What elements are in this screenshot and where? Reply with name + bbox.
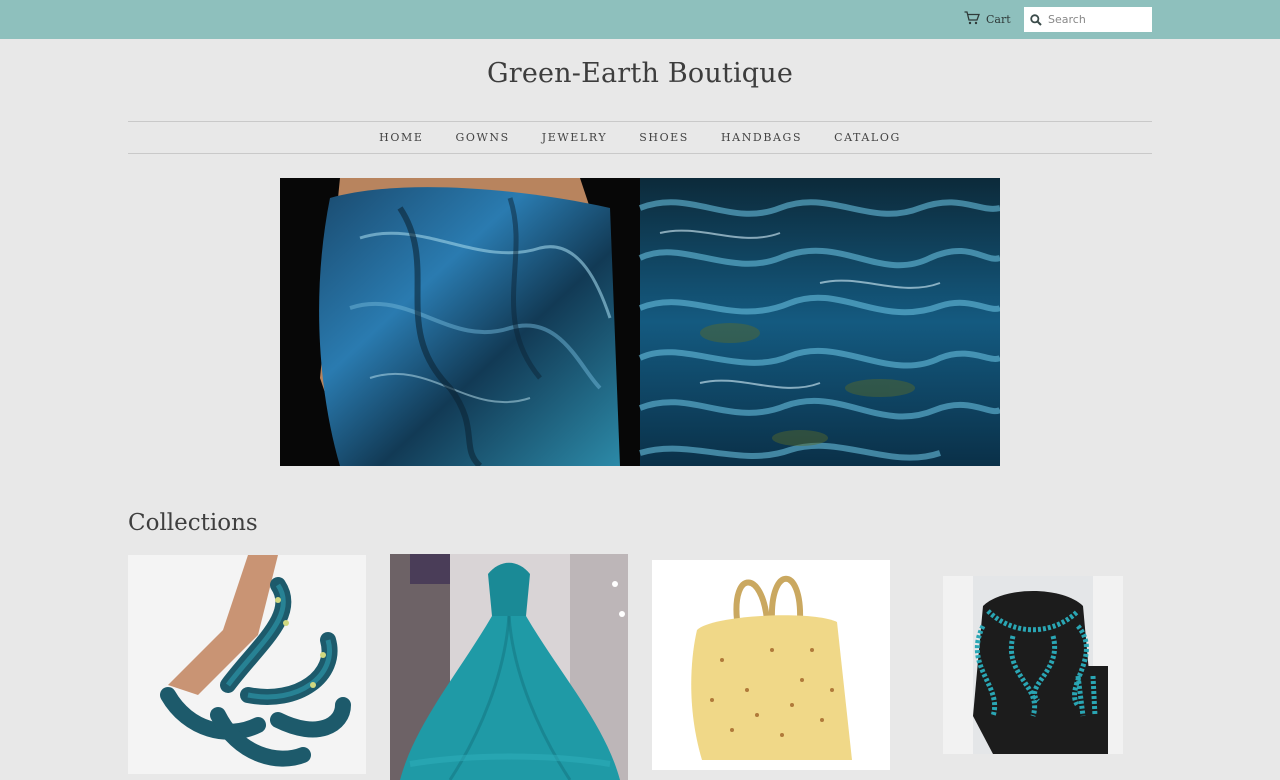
collection-gowns-tile[interactable]: [390, 554, 628, 780]
nav-jewelry[interactable]: JEWELRY: [542, 131, 608, 144]
nav-catalog[interactable]: CATALOG: [834, 131, 901, 144]
cart-link[interactable]: Cart: [964, 10, 1011, 28]
search-icon[interactable]: [1024, 7, 1048, 32]
collections-heading: Collections: [128, 510, 258, 536]
cart-icon: [964, 10, 980, 28]
main-nav: HOME GOWNS JEWELRY SHOES HANDBAGS CATALO…: [128, 121, 1152, 154]
octopus-shoe-image: [128, 555, 366, 774]
collection-jewelry-tile[interactable]: [943, 576, 1123, 754]
site-title[interactable]: Green-Earth Boutique: [0, 58, 1280, 89]
search-box: [1024, 7, 1152, 32]
cart-label: Cart: [986, 12, 1011, 26]
nav-home[interactable]: HOME: [379, 131, 423, 144]
collection-handbags-tile[interactable]: [652, 560, 890, 770]
nav-shoes[interactable]: SHOES: [639, 131, 689, 144]
hero-banner-image: [280, 178, 1000, 466]
nav-gowns[interactable]: GOWNS: [455, 131, 509, 144]
teal-gown-image: [390, 554, 628, 780]
cheese-handbag-image: [652, 560, 890, 770]
search-input[interactable]: [1048, 8, 1148, 31]
nav-handbags[interactable]: HANDBAGS: [721, 131, 802, 144]
octopus-necklace-image: [943, 576, 1123, 754]
top-bar: Cart: [0, 0, 1280, 39]
collection-shoes-tile[interactable]: [128, 555, 366, 774]
